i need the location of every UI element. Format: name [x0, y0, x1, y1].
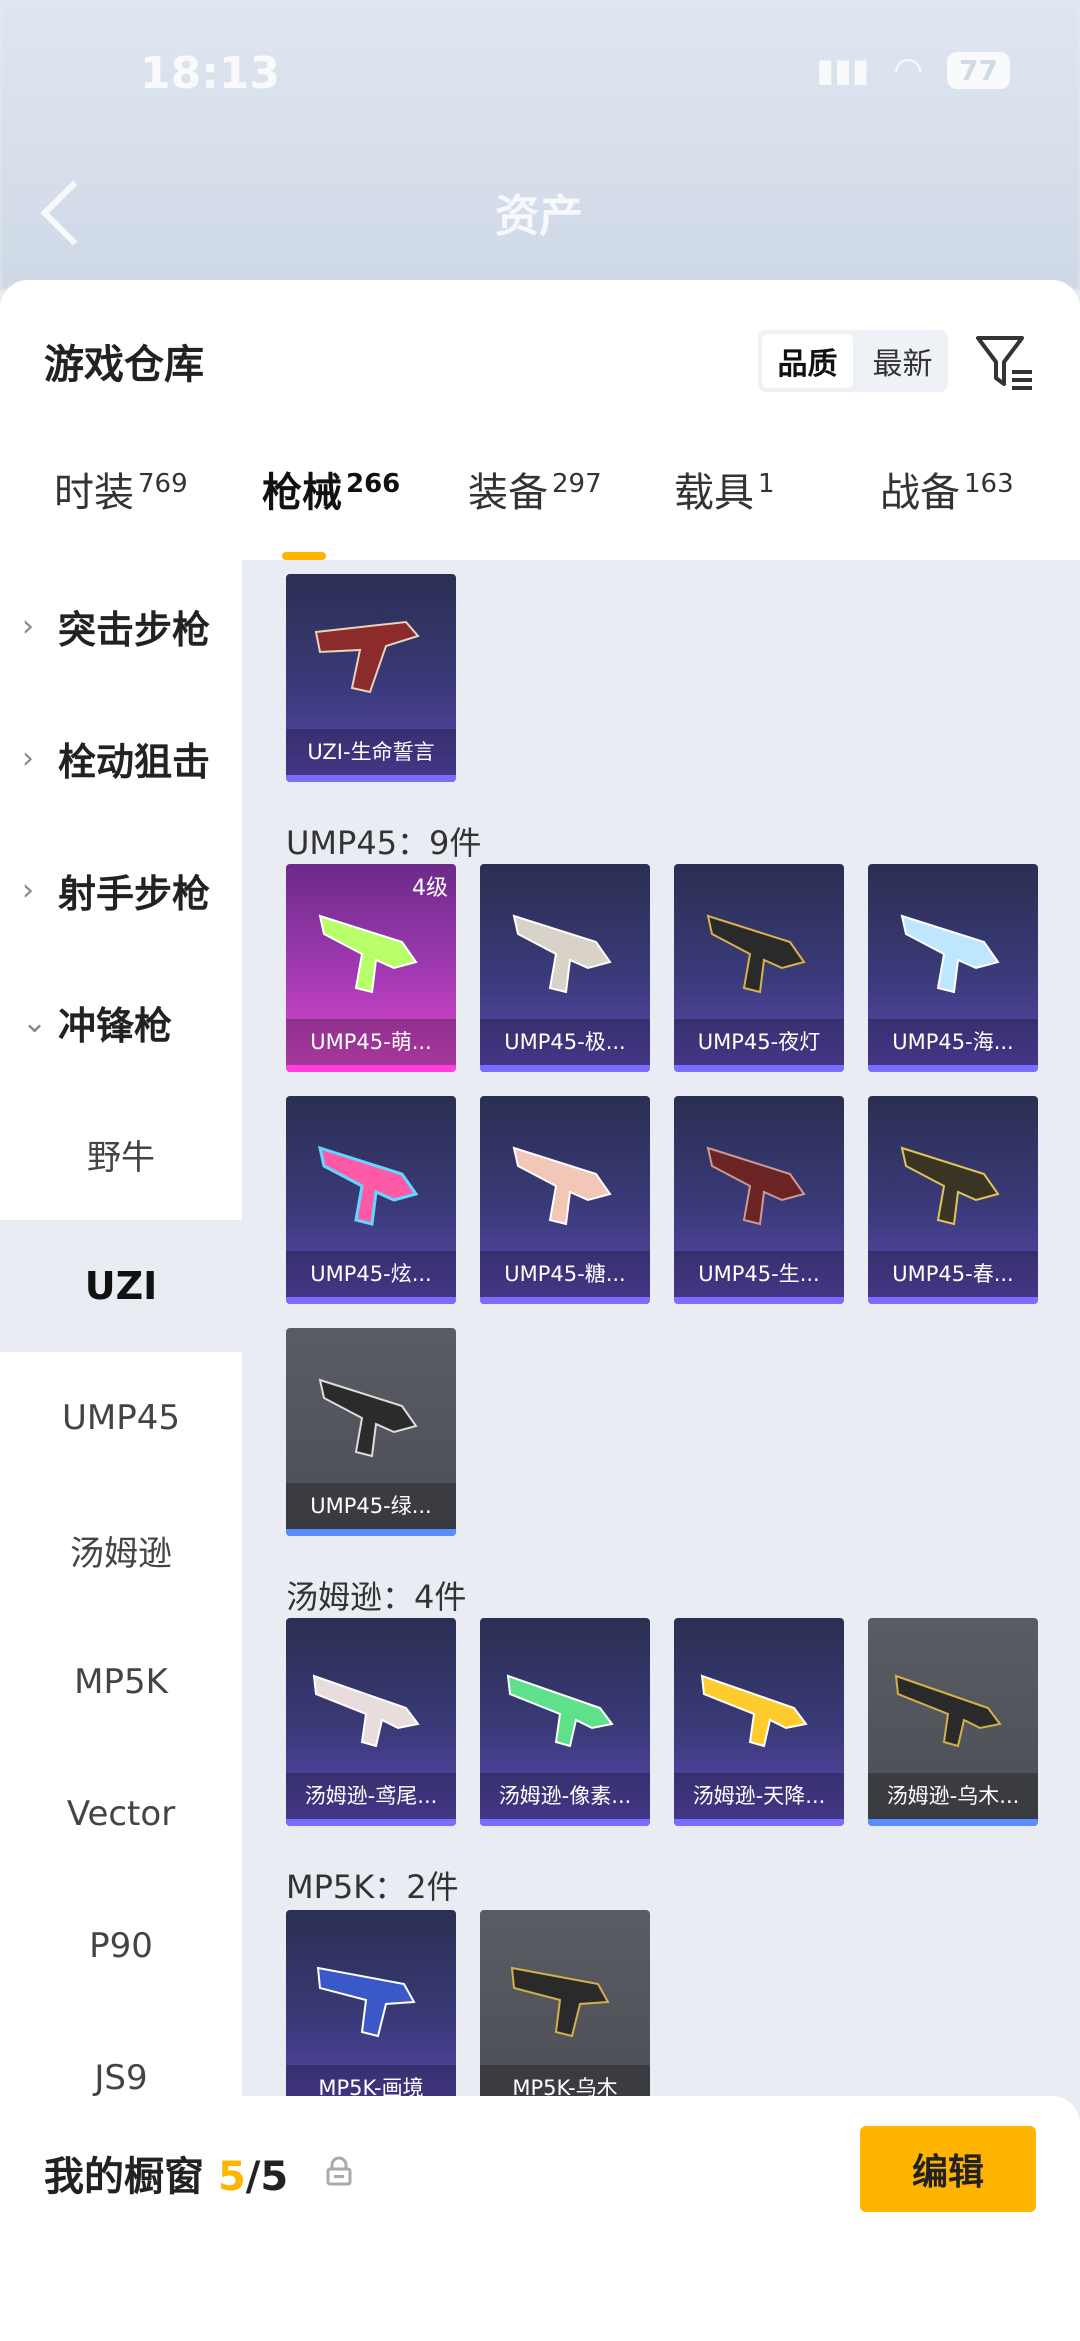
skin-card[interactable]: 汤姆逊-像素...: [480, 1618, 650, 1826]
tab-vehicles[interactable]: 载具 1: [674, 460, 775, 518]
skin-card[interactable]: UMP45-春...: [868, 1096, 1038, 1304]
gun-icon: [706, 914, 806, 994]
gun-icon: [312, 1674, 420, 1748]
tab-indicator: [282, 552, 326, 560]
tab-supplies[interactable]: 战备 163: [880, 460, 1014, 518]
warehouse-title: 游戏仓库: [44, 342, 204, 388]
gun-icon: [894, 1674, 1002, 1748]
gun-icon: [900, 914, 1000, 994]
tab-fashion[interactable]: 时装 769: [54, 460, 188, 518]
tab-equipment[interactable]: 装备 297: [468, 460, 602, 518]
gun-icon: [318, 1378, 418, 1458]
skin-name: UMP45-萌...: [286, 1019, 456, 1065]
edit-button[interactable]: 编辑: [860, 2126, 1036, 2212]
tab-firearms[interactable]: 枪械 266: [262, 460, 400, 518]
skin-card[interactable]: UMP45-海...: [868, 864, 1038, 1072]
skin-name: UMP45-糖...: [480, 1251, 650, 1297]
skin-card[interactable]: UZI-生命誓言: [286, 574, 456, 782]
chevron-right-icon: ›: [22, 608, 34, 644]
sort-newest[interactable]: 最新: [857, 330, 948, 392]
skin-name: UMP45-炫...: [286, 1251, 456, 1297]
skin-name: 汤姆逊-像素...: [480, 1773, 650, 1819]
sidebar-item-marksman-rifle[interactable]: › 射手步枪: [0, 824, 242, 956]
skin-name: UMP45-海...: [868, 1019, 1038, 1065]
battery-indicator: 77: [947, 51, 1010, 89]
skin-card[interactable]: 汤姆逊-鸢尾...: [286, 1618, 456, 1826]
skin-name: UMP45-春...: [868, 1251, 1038, 1297]
sort-toggle[interactable]: 品质 最新: [758, 330, 948, 392]
gun-icon: [512, 914, 612, 994]
skin-card[interactable]: 汤姆逊-乌木...: [868, 1618, 1038, 1826]
sidebar-sub-bison[interactable]: 野牛: [0, 1088, 242, 1220]
skin-card[interactable]: UMP45-夜灯: [674, 864, 844, 1072]
skin-name: UMP45-生...: [674, 1251, 844, 1297]
skin-name: 汤姆逊-鸢尾...: [286, 1773, 456, 1819]
skin-name: 汤姆逊-乌木...: [868, 1773, 1038, 1819]
sidebar-sub-ump45[interactable]: UMP45: [0, 1352, 242, 1484]
gun-icon: [318, 914, 418, 994]
skin-card[interactable]: MP5K-画境: [286, 1910, 456, 2118]
skin-card[interactable]: 4级 UMP45-萌...: [286, 864, 456, 1072]
showcase-label: 我的橱窗 5/5: [44, 2154, 289, 2200]
skin-card[interactable]: MP5K-乌木: [480, 1910, 650, 2118]
skin-card[interactable]: UMP45-生...: [674, 1096, 844, 1304]
warehouse-sheet: 游戏仓库 品质 最新 时装 769 枪械 266 装备 297 载具 1 战备 163 ›…: [0, 280, 1080, 2341]
skin-card[interactable]: UMP45-糖...: [480, 1096, 650, 1304]
skin-card[interactable]: UMP45-极...: [480, 864, 650, 1072]
gun-icon: [510, 1966, 610, 2038]
skin-name: UMP45-绿...: [286, 1483, 456, 1529]
group-title-mp5k: MP5K：2件: [286, 1868, 459, 1906]
skin-card[interactable]: UMP45-炫...: [286, 1096, 456, 1304]
gun-icon: [317, 1145, 419, 1226]
skin-name: UZI-生命誓言: [286, 729, 456, 775]
sidebar-sub-p90[interactable]: P90: [0, 1880, 242, 2012]
sidebar-sub-vector[interactable]: Vector: [0, 1748, 242, 1880]
sidebar-item-bolt-sniper[interactable]: › 栓动狙击: [0, 692, 242, 824]
skin-card[interactable]: 汤姆逊-天降...: [674, 1618, 844, 1826]
skin-name: UMP45-夜灯: [674, 1019, 844, 1065]
signal-icon: ▮▮▮: [816, 51, 870, 89]
weapon-sidebar: › 突击步枪 › 栓动狙击 › 射手步枪 ⌄ 冲锋枪 野牛 UZI UMP45 汤姆逊 …: [0, 560, 242, 2160]
filter-icon[interactable]: [972, 330, 1036, 394]
chevron-right-icon: ›: [22, 872, 34, 908]
sidebar-sub-thompson[interactable]: 汤姆逊: [0, 1484, 242, 1616]
gun-icon: [706, 1146, 806, 1226]
sidebar-sub-uzi[interactable]: UZI: [0, 1220, 242, 1352]
status-time: 18:13: [140, 48, 281, 99]
blurred-nav-bar: 资产: [0, 180, 1080, 260]
sort-quality[interactable]: 品质: [762, 334, 853, 388]
sidebar-item-smg[interactable]: ⌄ 冲锋枪: [0, 956, 242, 1088]
gun-icon: [316, 1966, 416, 2038]
lock-icon: [326, 2156, 352, 2186]
skin-name: 汤姆逊-天降...: [674, 1773, 844, 1819]
back-arrow-icon[interactable]: [40, 180, 106, 246]
showcase-current: 5: [217, 2154, 246, 2200]
skin-grid: UZI-生命誓言 UMP45：9件 4级 UMP45-萌... UMP45-极.…: [242, 560, 1080, 2160]
page-title: 资产: [495, 191, 583, 242]
status-bar: 18:13 ▮▮▮ ◠ 77: [0, 40, 1080, 120]
group-title-thompson: 汤姆逊：4件: [286, 1578, 467, 1616]
chevron-right-icon: ›: [22, 740, 34, 776]
gun-icon: [900, 1146, 1000, 1226]
gun-icon: [314, 620, 420, 694]
sidebar-item-assault-rifle[interactable]: › 突击步枪: [0, 560, 242, 692]
chevron-down-icon: ⌄: [22, 1004, 48, 1040]
showcase-bar: 我的橱窗 5/5 编辑: [0, 2096, 1080, 2341]
sidebar-sub-mp5k[interactable]: MP5K: [0, 1616, 242, 1748]
group-title-ump45: UMP45：9件: [286, 824, 482, 862]
wifi-icon: ◠: [893, 50, 924, 90]
skin-name: UMP45-极...: [480, 1019, 650, 1065]
gun-icon: [506, 1674, 614, 1748]
showcase-total: /5: [245, 2154, 289, 2200]
category-tabs: 时装 769 枪械 266 装备 297 载具 1 战备 163: [0, 460, 1080, 560]
gun-icon: [512, 1146, 612, 1226]
gun-icon: [700, 1674, 808, 1748]
skin-card[interactable]: UMP45-绿...: [286, 1328, 456, 1536]
